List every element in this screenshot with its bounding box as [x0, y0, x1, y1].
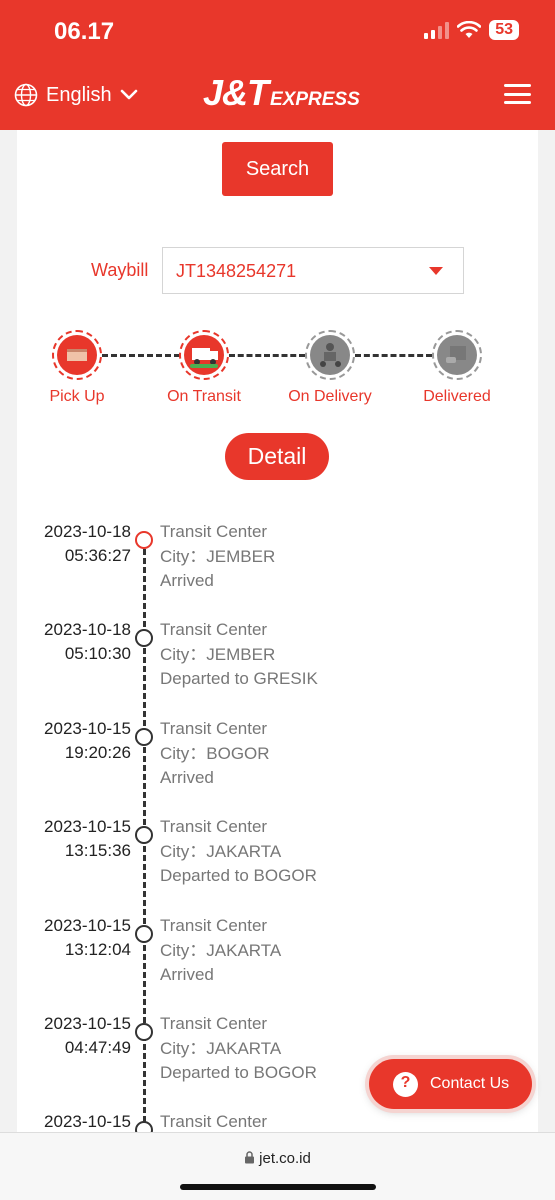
entry-title: Transit Center	[160, 817, 268, 836]
entry-date: 2023-10-18	[44, 620, 131, 639]
status-icons: 53	[424, 20, 519, 40]
timeline-dot	[135, 629, 153, 647]
cellular-signal-icon	[424, 21, 450, 39]
timeline-entry: 2023-10-15 Transit Center	[0, 1110, 555, 1132]
step-connector	[229, 354, 305, 357]
waybill-value: JT1348254271	[176, 261, 297, 281]
detail-button[interactable]: Detail	[225, 433, 329, 480]
entry-status: Arrived	[160, 965, 214, 984]
entry-city: City：JAKARTA	[160, 940, 282, 960]
transit-step-icon	[179, 330, 229, 380]
step-label-pickup: Pick Up	[49, 388, 105, 405]
entry-time: 05:36:27	[64, 546, 131, 565]
logo-sub-text: EXPRESS	[270, 89, 360, 110]
entry-time: 04:47:49	[64, 1038, 131, 1057]
caret-down-icon	[429, 267, 443, 275]
battery-level: 53	[489, 20, 519, 40]
lock-icon	[245, 1151, 255, 1164]
entry-status: Arrived	[160, 768, 214, 787]
entry-status: Departed to GRESIK	[160, 669, 318, 688]
entry-time: 05:10:30	[64, 644, 131, 663]
entry-city: City：JAKARTA	[160, 841, 282, 861]
entry-date: 2023-10-15	[44, 817, 131, 836]
step-label-delivered: Delivered	[423, 388, 491, 405]
logo-main-text: J&T	[203, 72, 269, 113]
entry-time: 13:12:04	[64, 940, 131, 959]
timeline-dot	[135, 728, 153, 746]
jt-express-logo[interactable]: J&T EXPRESS	[203, 72, 360, 114]
entry-title: Transit Center	[160, 916, 268, 935]
timeline-entry: 2023-10-18 05:10:30 Transit Center City：JE…	[0, 618, 555, 716]
url-bar[interactable]: jet.co.id	[0, 1150, 555, 1167]
language-label: English	[46, 83, 112, 106]
entry-title: Transit Center	[160, 620, 268, 639]
search-button[interactable]: Search	[222, 142, 333, 196]
waybill-label: Waybill	[91, 260, 149, 280]
browser-bottom-bar: jet.co.id	[0, 1132, 555, 1200]
entry-time: 19:20:26	[64, 743, 131, 762]
timeline-entry: 2023-10-15 13:15:36 Transit Center City：JA…	[0, 815, 555, 913]
wifi-icon	[457, 21, 482, 38]
entry-date: 2023-10-15	[44, 916, 131, 935]
timeline-dot	[135, 1023, 153, 1041]
entry-title: Transit Center	[160, 719, 268, 738]
entry-city: City：JAKARTA	[160, 1038, 282, 1058]
menu-icon[interactable]	[504, 84, 531, 104]
entry-city: City：BOGOR	[160, 743, 270, 763]
contact-us-button[interactable]: ? Contact Us	[369, 1059, 532, 1109]
entry-date: 2023-10-15	[44, 1014, 131, 1033]
language-selector[interactable]: English	[14, 83, 138, 107]
pickup-step-icon	[52, 330, 102, 380]
entry-date: 2023-10-18	[44, 522, 131, 541]
step-connector	[102, 354, 180, 357]
entry-status: Departed to BOGOR	[160, 1063, 317, 1082]
entry-title: Transit Center	[160, 1014, 268, 1033]
entry-status: Departed to BOGOR	[160, 866, 317, 885]
help-icon: ?	[393, 1071, 418, 1097]
entry-city: City：JEMBER	[160, 546, 276, 566]
globe-icon	[14, 83, 38, 107]
entry-status: Arrived	[160, 571, 214, 590]
timeline-entry: 2023-10-18 05:36:27 Transit Center City：JE…	[0, 520, 555, 618]
entry-date: 2023-10-15	[44, 719, 131, 738]
home-indicator[interactable]	[180, 1184, 376, 1190]
step-label-delivery: On Delivery	[288, 388, 372, 405]
timeline-dot	[135, 1121, 153, 1132]
entry-title: Transit Center	[160, 1112, 268, 1131]
delivered-step-icon	[432, 330, 482, 380]
timeline-entry: 2023-10-15 19:20:26 Transit Center City：BO…	[0, 717, 555, 815]
timeline-entry: 2023-10-15 13:12:04 Transit Center City：JA…	[0, 914, 555, 1012]
timeline-dot	[135, 925, 153, 943]
entry-title: Transit Center	[160, 522, 268, 541]
step-connector	[355, 354, 432, 357]
contact-us-label: Contact Us	[430, 1075, 510, 1092]
timeline-dot-current	[135, 531, 153, 549]
status-time: 06.17	[54, 18, 115, 45]
entry-time: 13:15:36	[64, 841, 131, 860]
waybill-select[interactable]: JT1348254271	[162, 247, 464, 294]
url-text: jet.co.id	[259, 1150, 311, 1167]
timeline-dot	[135, 826, 153, 844]
delivery-step-icon	[305, 330, 355, 380]
chevron-down-icon	[120, 89, 137, 100]
step-label-transit: On Transit	[167, 388, 241, 405]
header-bar: 06.17 53 English J&T EXPRESS	[0, 0, 555, 130]
entry-date: 2023-10-15	[44, 1112, 131, 1131]
entry-city: City：JEMBER	[160, 644, 276, 664]
